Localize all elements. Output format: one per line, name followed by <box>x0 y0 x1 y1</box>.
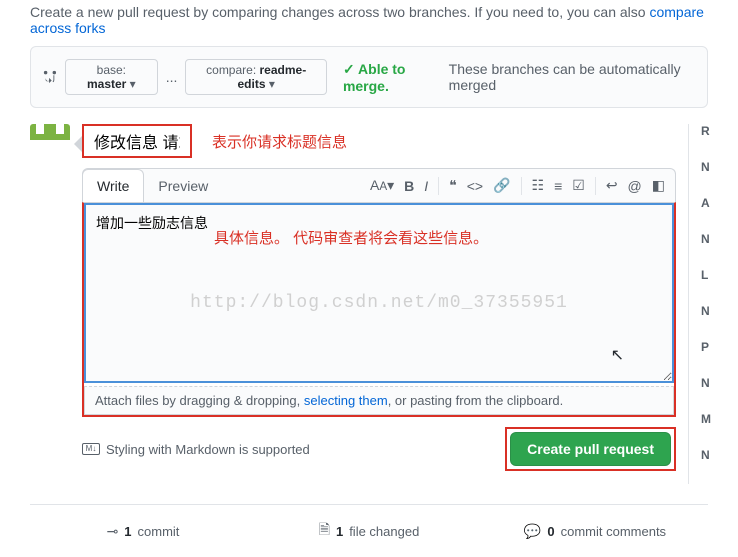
avatar <box>30 124 70 164</box>
mention-icon[interactable]: @ <box>628 178 642 194</box>
sidebar: RN AN LN PN MN <box>688 124 708 484</box>
markdown-hint[interactable]: M↓ Styling with Markdown is supported <box>82 442 310 457</box>
merge-status: Able to merge. <box>343 61 441 94</box>
bold-icon[interactable]: B <box>404 178 414 194</box>
stat-files[interactable]: 🗎1 file changed <box>256 505 482 557</box>
pr-form: 表示你请求标题信息 Write Preview AA▾ B I ❝ <> 🔗 ☷… <box>82 124 676 484</box>
base-branch-button[interactable]: base: master ▾ <box>65 59 158 95</box>
italic-icon[interactable]: I <box>424 178 428 194</box>
branch-compare-bar: base: master ▾ ... compare: readme-edits… <box>30 46 708 108</box>
code-icon[interactable]: <> <box>467 178 483 194</box>
markdown-icon: M↓ <box>82 443 100 455</box>
editor-toolbar: AA▾ B I ❝ <> 🔗 ☷ ≡ ☑ ↩ @ ◧ <box>370 177 675 195</box>
editor-tabs: Write Preview AA▾ B I ❝ <> 🔗 ☷ ≡ ☑ ↩ @ ◧ <box>82 168 676 202</box>
quote-icon[interactable]: ❝ <box>449 177 457 194</box>
number-list-icon[interactable]: ≡ <box>554 178 562 194</box>
title-input[interactable] <box>82 124 192 158</box>
link-icon[interactable]: 🔗 <box>493 177 510 194</box>
comment-icon: 💬 <box>524 523 541 540</box>
commit-icon: ⊸ <box>107 523 119 540</box>
ellipsis: ... <box>166 69 178 85</box>
stats-bar: ⊸1 commit 🗎1 file changed 💬0 commit comm… <box>30 504 708 557</box>
reply-icon[interactable]: ↩ <box>606 177 618 194</box>
merge-description: These branches can be automatically merg… <box>449 61 695 93</box>
bullet-list-icon[interactable]: ☷ <box>532 177 545 194</box>
create-pr-button[interactable]: Create pull request <box>510 432 671 466</box>
compare-icon <box>43 69 57 85</box>
bookmark-icon[interactable]: ◧ <box>652 177 665 194</box>
stat-commits[interactable]: ⊸1 commit <box>30 505 256 557</box>
stat-comments[interactable]: 💬0 commit comments <box>482 505 708 557</box>
attach-hint: Attach files by dragging & dropping, sel… <box>84 386 674 415</box>
body-textarea[interactable]: 增加一些励志信息 <box>84 203 674 383</box>
title-annotation: 表示你请求标题信息 <box>212 131 347 152</box>
intro-text: Create a new pull request by comparing c… <box>0 0 738 46</box>
compare-branch-button[interactable]: compare: readme-edits ▾ <box>185 59 327 95</box>
body-wrap: 增加一些励志信息 具体信息。 代码审查者将会看这些信息。 http://blog… <box>82 202 676 417</box>
tab-write[interactable]: Write <box>82 169 144 203</box>
task-list-icon[interactable]: ☑ <box>572 177 585 194</box>
tab-preview[interactable]: Preview <box>144 170 222 202</box>
file-icon: 🗎 <box>319 519 330 543</box>
select-files-link[interactable]: selecting them <box>304 393 388 408</box>
text-size-icon[interactable]: AA▾ <box>370 177 394 194</box>
